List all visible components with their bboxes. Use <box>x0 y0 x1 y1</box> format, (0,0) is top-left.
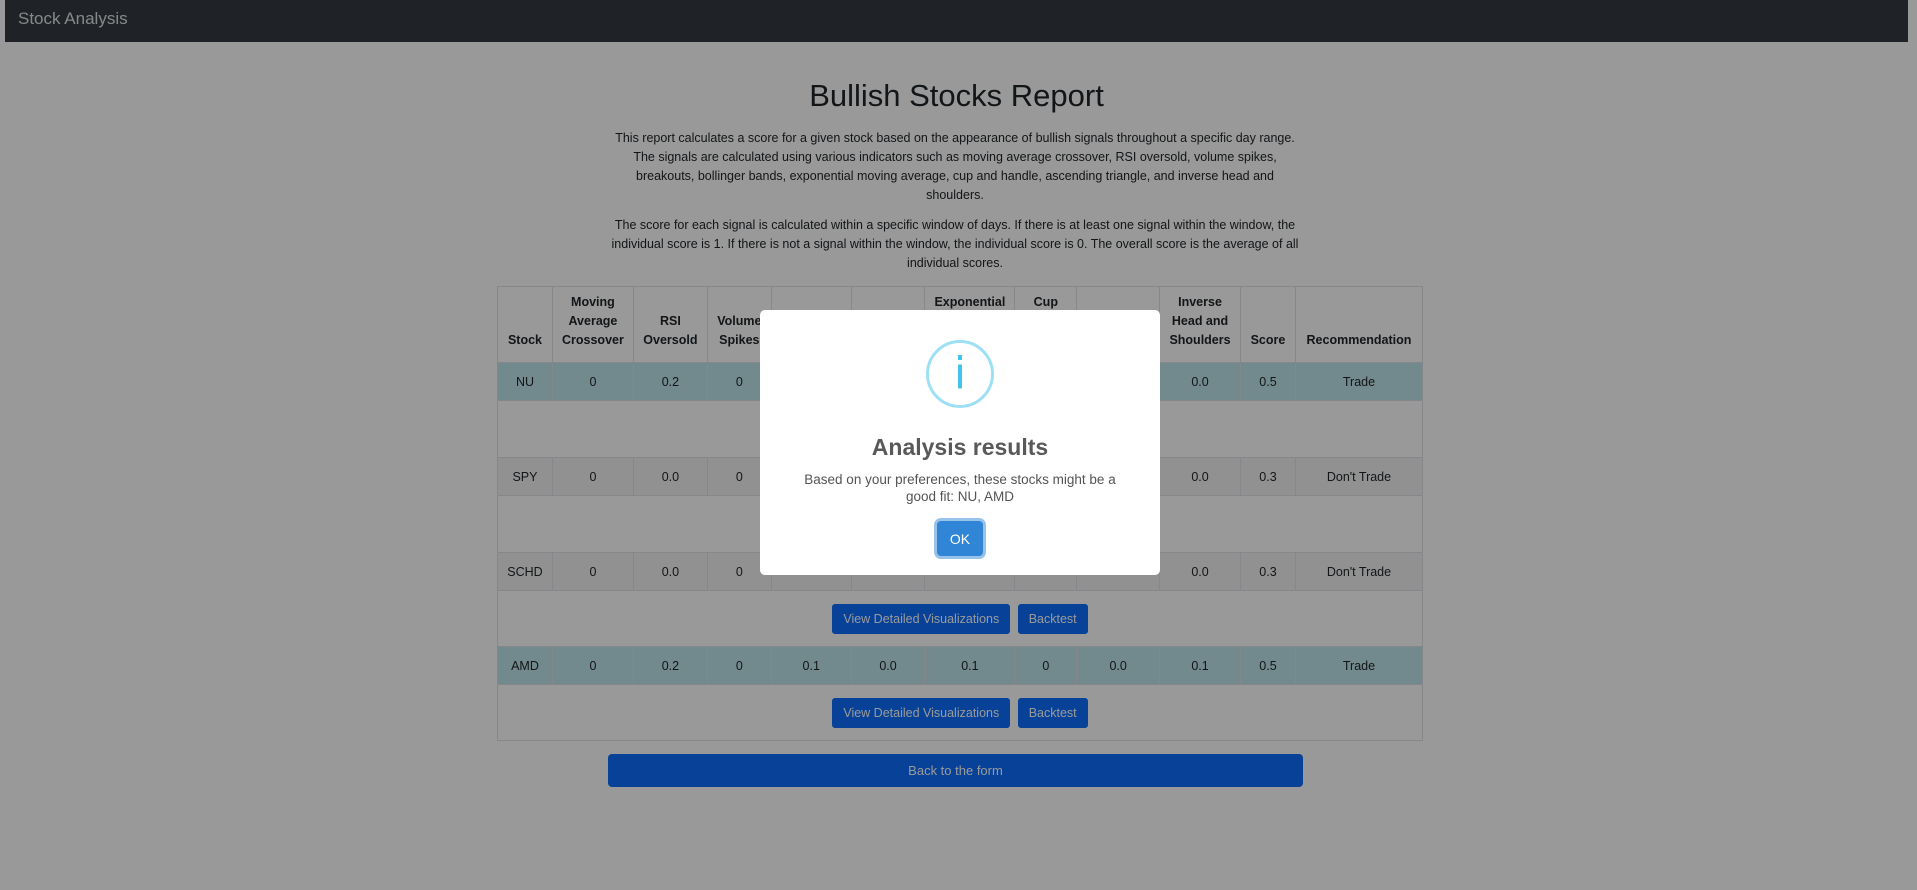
dialog-title: Analysis results <box>871 434 1049 460</box>
analysis-results-dialog: i Analysis results Based on your prefere… <box>760 310 1160 575</box>
dialog-message: Based on your preferences, these stocks … <box>804 472 1116 504</box>
ok-button[interactable]: OK <box>937 521 983 556</box>
info-icon: i <box>926 340 994 408</box>
